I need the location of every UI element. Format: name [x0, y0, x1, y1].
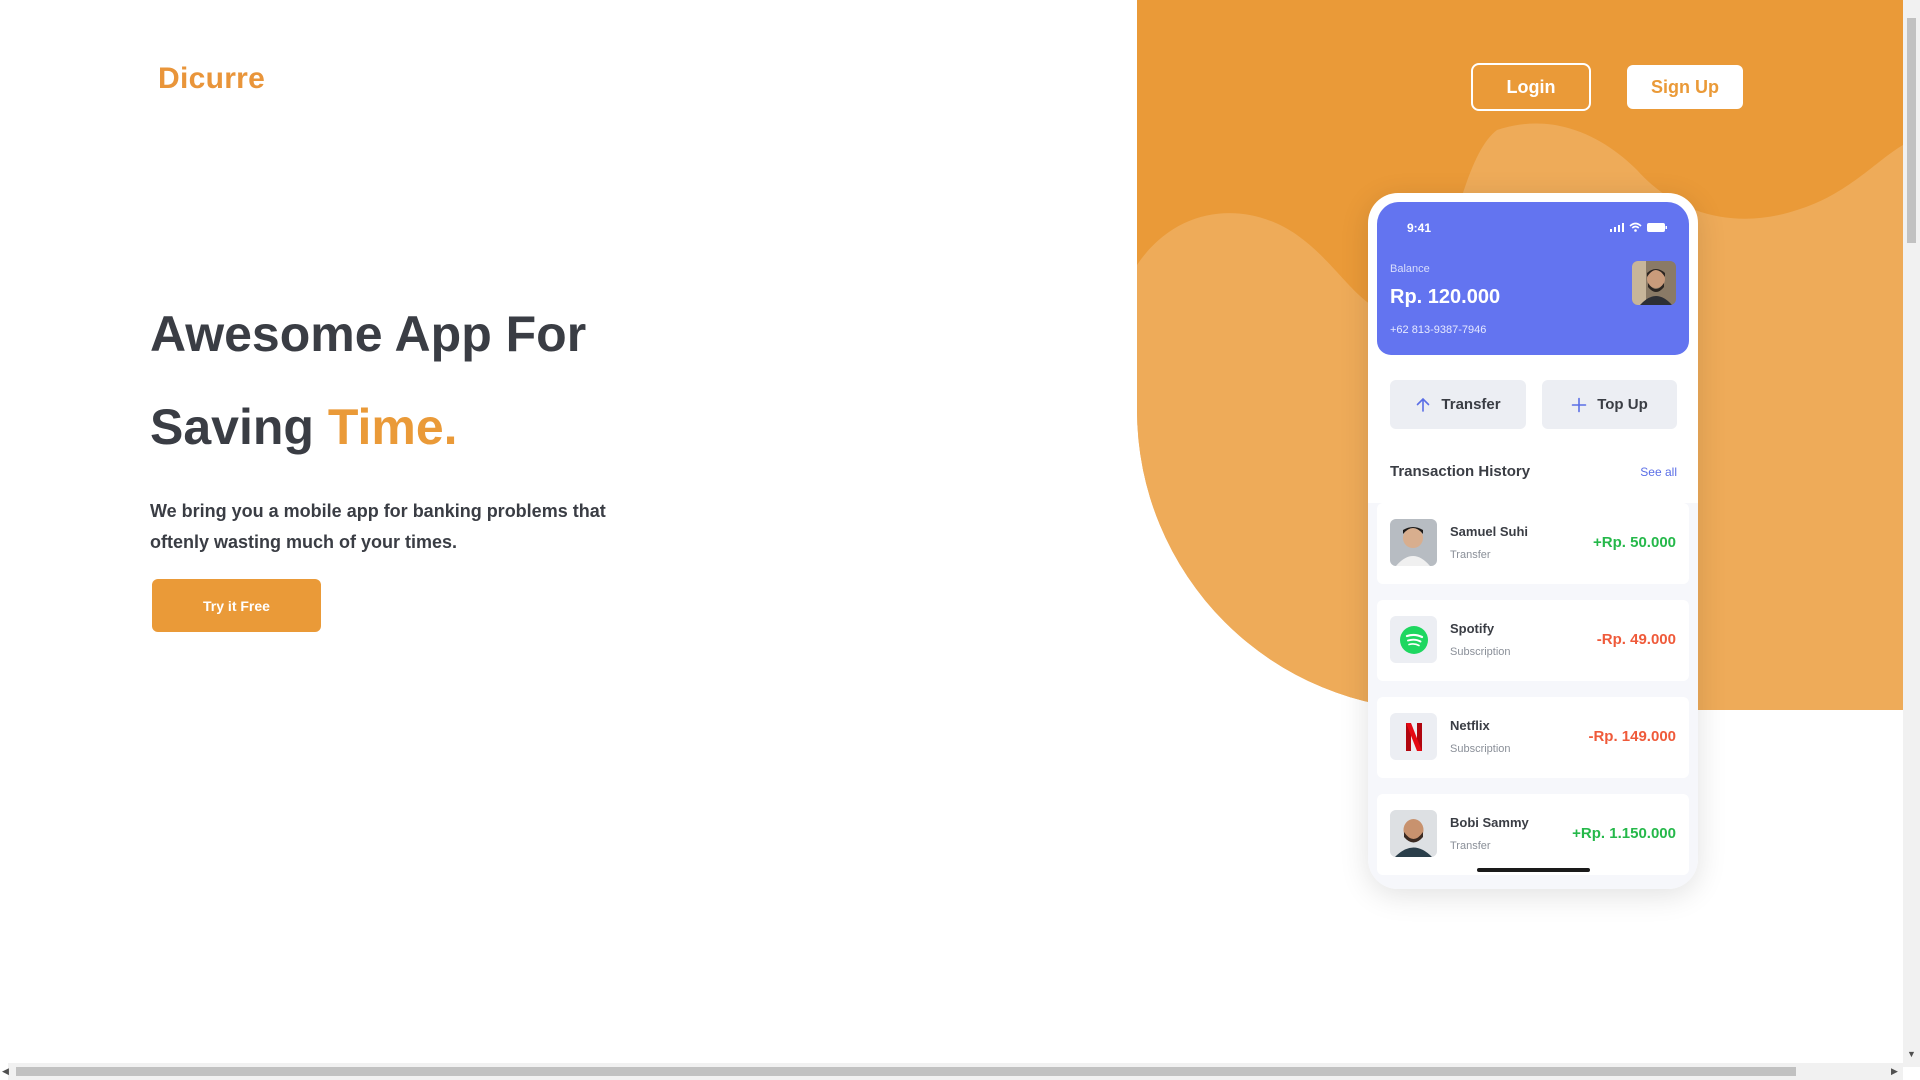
phone-number: +62 813-9387-7946	[1390, 324, 1487, 336]
transaction-row[interactable]: Netflix Subscription -Rp. 149.000	[1377, 697, 1689, 778]
transaction-name: Samuel Suhi	[1450, 524, 1529, 539]
status-time: 9:41	[1407, 221, 1432, 235]
transaction-name: Spotify	[1450, 621, 1495, 636]
transaction-row[interactable]: Bobi Sammy Transfer +Rp. 1.150.000	[1377, 794, 1689, 875]
vertical-scroll-thumb[interactable]	[1907, 18, 1916, 243]
scroll-left-arrow-icon[interactable]: ◀	[2, 1066, 9, 1077]
login-button[interactable]: Login	[1471, 63, 1591, 111]
transaction-history-title: Transaction History	[1390, 463, 1531, 480]
horizontal-scroll-thumb[interactable]	[16, 1067, 1796, 1076]
headline-accent: Time.	[327, 399, 458, 455]
status-icons	[1610, 222, 1667, 232]
user-avatar[interactable]	[1632, 261, 1676, 305]
try-it-free-button[interactable]: Try it Free	[152, 579, 321, 632]
balance-label: Balance	[1390, 263, 1430, 275]
transfer-label: Transfer	[1441, 396, 1501, 413]
wifi-icon	[1629, 222, 1642, 232]
scroll-right-arrow-icon[interactable]: ▶	[1891, 1066, 1898, 1077]
signup-button[interactable]: Sign Up	[1627, 65, 1743, 109]
transaction-type: Subscription	[1450, 743, 1511, 755]
headline-line-1: Awesome App For	[150, 306, 587, 362]
hero-subtext: We bring you a mobile app for banking pr…	[150, 501, 606, 552]
transaction-row[interactable]: Spotify Subscription -Rp. 49.000	[1377, 600, 1689, 681]
netflix-icon	[1390, 713, 1437, 760]
phone-mockup: 9:41 Balance Rp. 120.000 +62 813-9387-79…	[1368, 193, 1698, 889]
see-all-link[interactable]: See all	[1640, 465, 1677, 479]
balance-card: 9:41 Balance Rp. 120.000 +62 813-9387-79…	[1377, 202, 1689, 355]
plus-icon	[1571, 397, 1587, 412]
headline-line-2: Saving	[150, 399, 314, 455]
battery-icon	[1647, 222, 1667, 232]
transaction-list: Samuel Suhi Transfer +Rp. 50.000 Spotify…	[1368, 503, 1698, 889]
scroll-down-arrow-icon[interactable]: ▼	[1907, 1049, 1916, 1059]
transaction-name: Bobi Sammy	[1450, 815, 1529, 830]
top-up-label: Top Up	[1597, 396, 1648, 413]
brand-logo[interactable]: Dicurre	[158, 62, 265, 96]
transaction-amount: +Rp. 50.000	[1593, 534, 1676, 551]
transaction-type: Transfer	[1450, 840, 1491, 852]
bobi-avatar	[1390, 810, 1437, 857]
transaction-amount: -Rp. 149.000	[1588, 728, 1676, 745]
transaction-type: Subscription	[1450, 646, 1511, 658]
spotify-icon	[1390, 616, 1437, 663]
transaction-amount: -Rp. 49.000	[1596, 631, 1676, 648]
transaction-type: Transfer	[1450, 549, 1491, 561]
transfer-button[interactable]: Transfer	[1390, 380, 1526, 429]
home-indicator	[1477, 868, 1590, 872]
transaction-row[interactable]: Samuel Suhi Transfer +Rp. 50.000	[1377, 503, 1689, 584]
balance-value: Rp. 120.000	[1390, 286, 1501, 308]
transaction-amount: +Rp. 1.150.000	[1572, 825, 1676, 842]
horizontal-scrollbar[interactable]: ◀ ▶	[2, 1063, 1903, 1080]
transaction-name: Netflix	[1450, 718, 1490, 733]
arrow-up-icon	[1417, 397, 1430, 412]
signal-icon	[1610, 222, 1624, 232]
samuel-avatar	[1390, 519, 1437, 566]
hero-headline: Awesome App For Saving Time.	[150, 288, 586, 474]
vertical-scrollbar[interactable]: ▼	[1903, 0, 1920, 1067]
top-up-button[interactable]: Top Up	[1542, 380, 1677, 429]
